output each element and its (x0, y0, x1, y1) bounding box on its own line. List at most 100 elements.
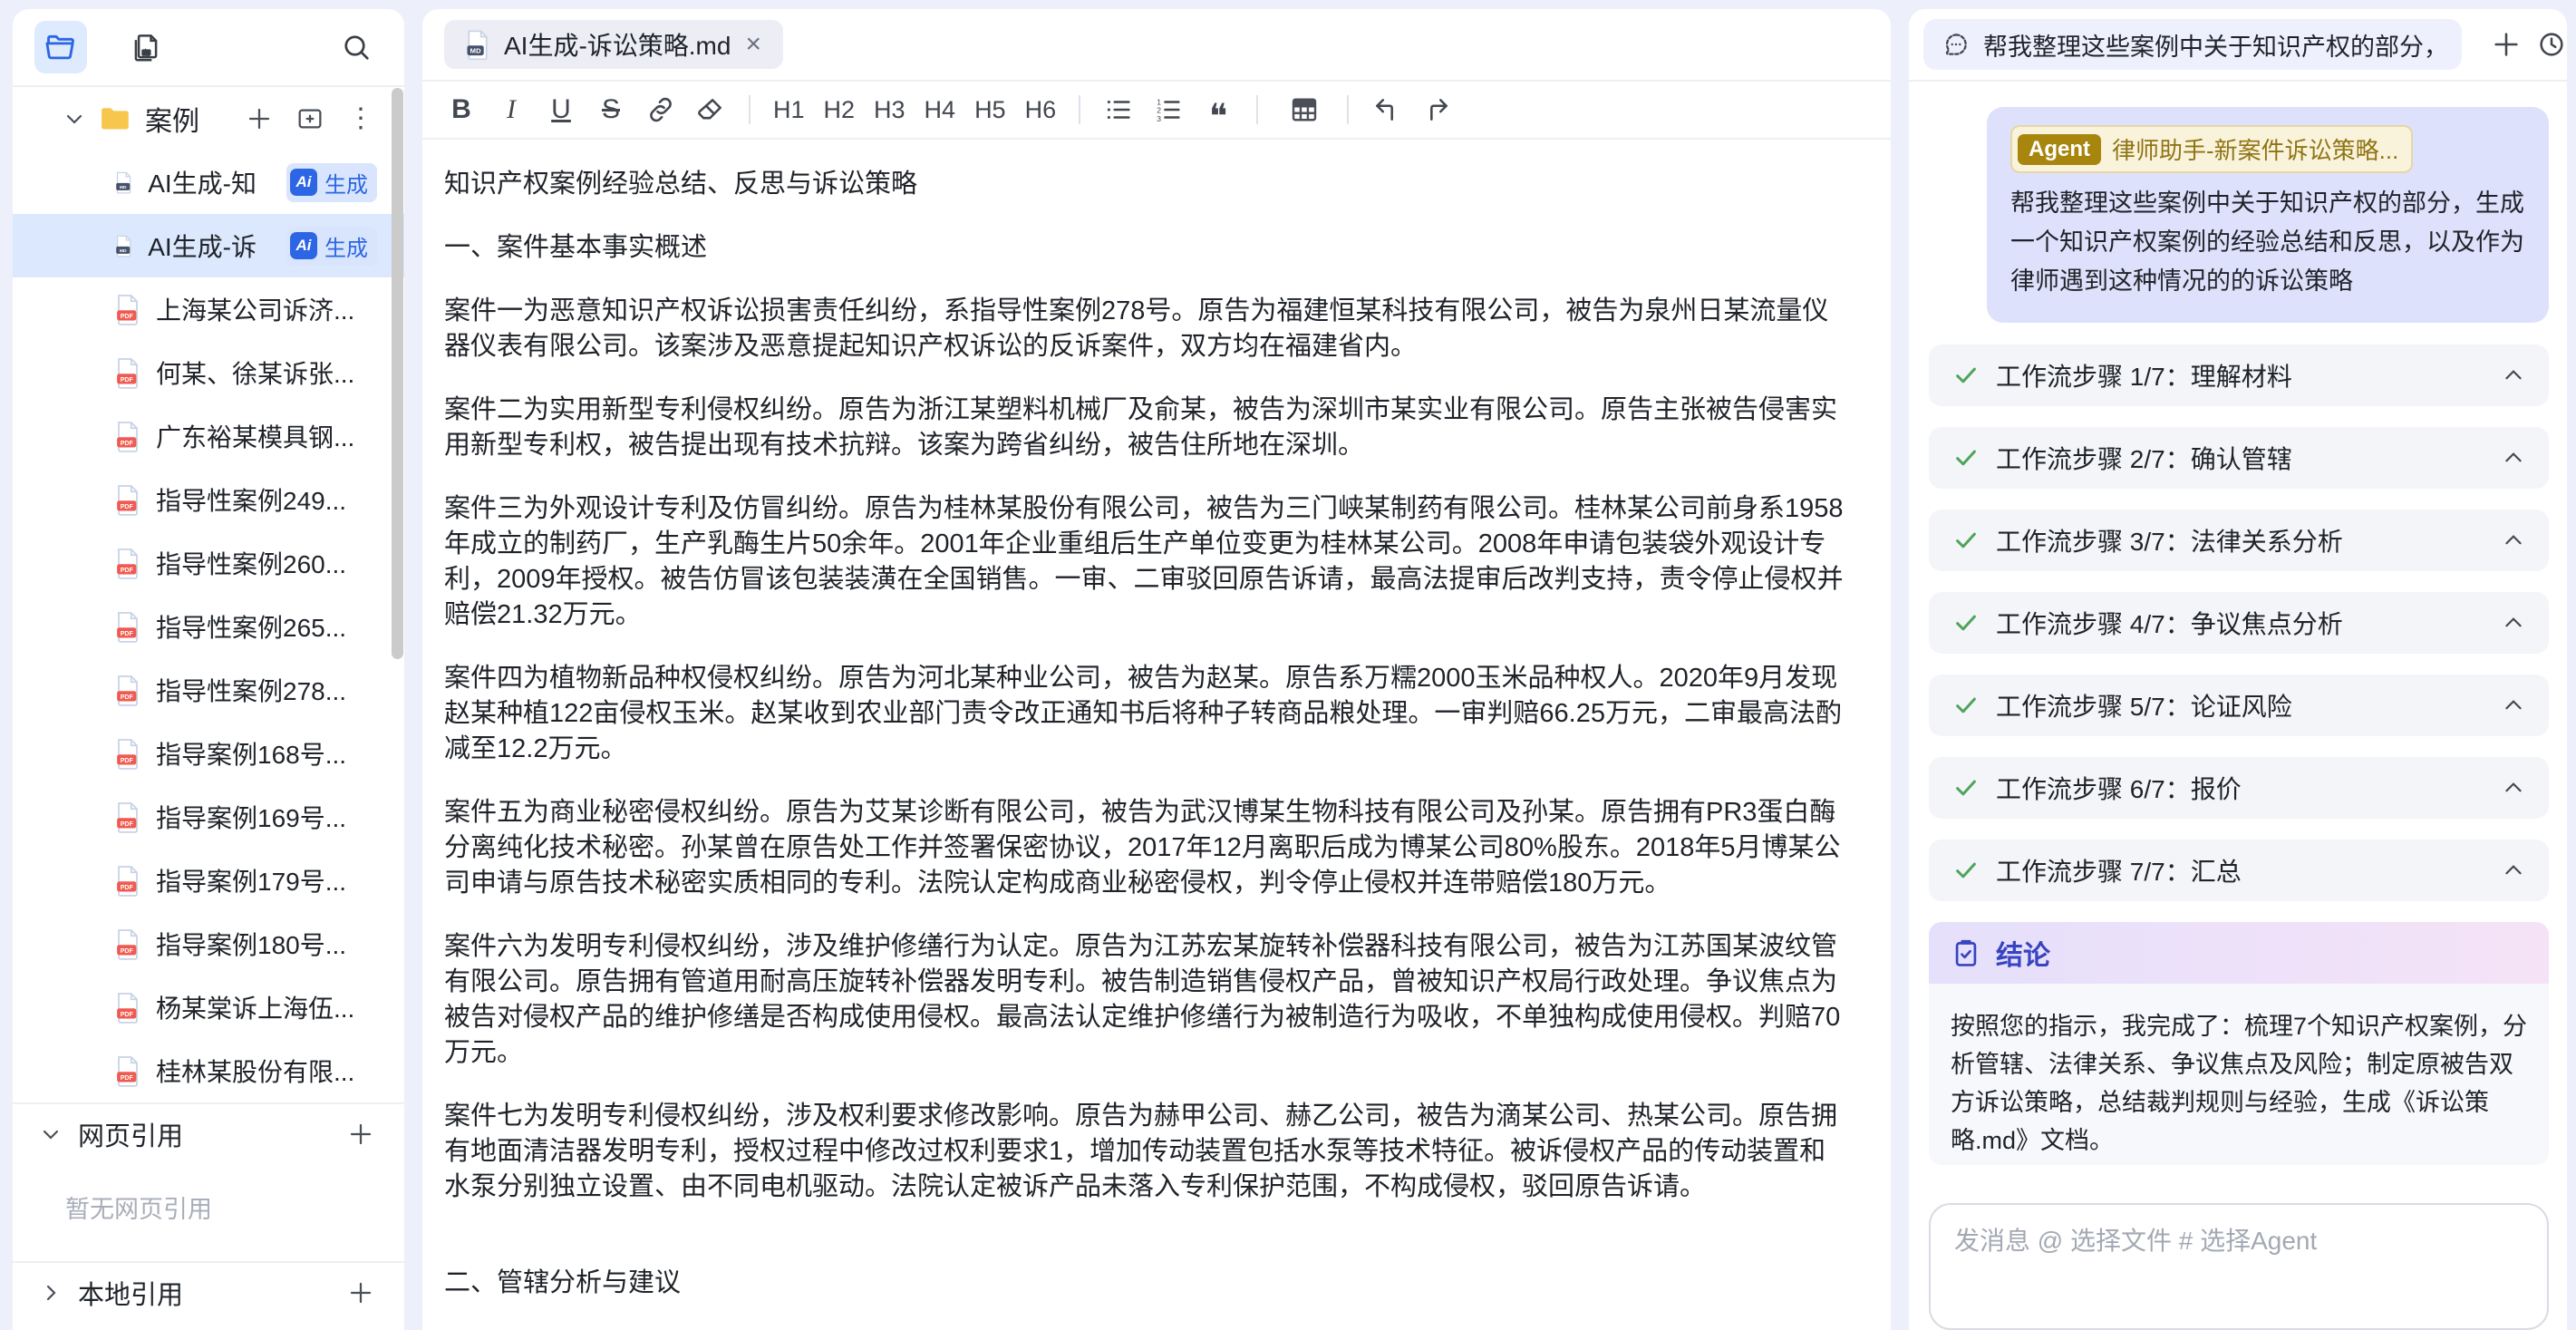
heading-h6-button[interactable]: H6 (1025, 90, 1057, 130)
section-web-references[interactable]: 网页引用 (13, 1104, 404, 1164)
bullet-list-button[interactable] (1103, 90, 1134, 130)
heading-h5-button[interactable]: H5 (974, 90, 1006, 130)
ai-docs-view-button[interactable]: AI (120, 21, 172, 73)
file-row[interactable]: PDF指导案例179号... (13, 849, 404, 912)
numbered-list-icon: 123 (1153, 94, 1184, 125)
files-view-button[interactable] (34, 21, 87, 73)
document-paragraph: 案件二为实用新型专利侵权纠纷。原告为浙江某塑料机械厂及俞某，被告为深圳市某实业有… (444, 393, 1845, 463)
folder-row-cases[interactable]: 案例 ⋮ (13, 87, 404, 150)
file-row[interactable]: PDF何某、徐某诉张... (13, 341, 404, 404)
chevron-down-icon[interactable] (40, 1123, 62, 1145)
workflow-step[interactable]: 工作流步骤 1/7：理解材料 (1929, 345, 2549, 406)
file-label: 指导案例169号... (156, 799, 346, 835)
file-label: 指导案例180号... (156, 926, 346, 962)
add-folder-button[interactable] (292, 101, 328, 137)
file-row[interactable]: PDF广东裕某模具钢... (13, 404, 404, 468)
workflow-steps: 工作流步骤 1/7：理解材料工作流步骤 2/7：确认管辖工作流步骤 3/7：法律… (1929, 345, 2549, 901)
document-content[interactable]: 知识产权案例经验总结、反思与诉讼策略一、案件基本事实概述案件一为恶意知识产权诉讼… (422, 140, 1891, 1330)
chevron-up-icon[interactable] (2502, 694, 2525, 717)
sidebar-scrollbar-thumb[interactable] (392, 88, 403, 659)
add-web-reference-button[interactable] (343, 1116, 379, 1152)
file-row[interactable]: MDAI生成-知识... Ai 生成 (13, 150, 404, 214)
file-row[interactable]: MDAI生成-诉讼... Ai 生成 (13, 214, 404, 277)
numbered-list-button[interactable]: 123 (1153, 90, 1184, 130)
strikethrough-button[interactable]: S (596, 90, 626, 130)
link-button[interactable] (645, 90, 676, 130)
insert-table-button[interactable] (1288, 90, 1321, 130)
workflow-step[interactable]: 工作流步骤 2/7：确认管辖 (1929, 427, 2549, 489)
heading-h3-button[interactable]: H3 (874, 90, 905, 130)
pdf-file-icon: PDF (114, 991, 141, 1024)
chevron-up-icon[interactable] (2502, 529, 2525, 552)
add-file-button[interactable] (241, 101, 277, 137)
workflow-step[interactable]: 工作流步骤 6/7：报价 (1929, 757, 2549, 819)
chevron-up-icon[interactable] (2502, 446, 2525, 470)
check-icon (1952, 444, 1980, 471)
file-row[interactable]: PDF上海某公司诉济... (13, 277, 404, 341)
undo-button[interactable] (1371, 90, 1402, 130)
conclusion-body: 按照您的指示，我完成了：梳理7个知识产权案例，分析管辖、法律关系、争议焦点及风险… (1929, 984, 2549, 1165)
redo-button[interactable] (1421, 90, 1452, 130)
blockquote-button[interactable]: ❝ (1203, 90, 1234, 130)
document-paragraph: 一、案件基本事实概述 (444, 230, 1845, 266)
eraser-icon (695, 94, 726, 125)
section-title: 本地引用 (78, 1274, 183, 1312)
workflow-step-label: 工作流步骤 1/7：理解材料 (1996, 357, 2292, 393)
chevron-right-icon[interactable] (40, 1282, 62, 1304)
file-row[interactable]: PDF指导性案例249... (13, 468, 404, 531)
toolbar-separator (749, 95, 751, 124)
tab-title: AI生成-诉讼策略.md (504, 26, 731, 63)
chevron-up-icon[interactable] (2502, 364, 2525, 387)
svg-text:PDF: PDF (121, 441, 134, 447)
file-label: 何某、徐某诉张... (156, 354, 354, 391)
clear-format-button[interactable] (695, 90, 726, 130)
workflow-step[interactable]: 工作流步骤 4/7：争议焦点分析 (1929, 592, 2549, 654)
close-tab-icon[interactable]: × (743, 31, 763, 58)
file-row[interactable]: PDF指导案例180号... (13, 912, 404, 976)
user-message-text: 帮我整理这些案例中关于知识产权的部分，生成一个知识产权案例的经验总结和反思，以及… (2010, 184, 2525, 301)
ai-generated-badge: Ai 生成 (286, 163, 377, 202)
tab-litigation-strategy[interactable]: MD AI生成-诉讼策略.md × (444, 20, 783, 69)
file-row[interactable]: PDF指导性案例265... (13, 595, 404, 658)
workflow-step[interactable]: 工作流步骤 7/7：汇总 (1929, 840, 2549, 901)
folder-more-menu-button[interactable]: ⋮ (343, 101, 379, 137)
conversation-selector[interactable]: 帮我整理这些案例中关于知识产权的部分，生... (1923, 19, 2462, 70)
italic-button[interactable]: I (496, 90, 527, 130)
history-button[interactable] (2536, 26, 2567, 63)
document-paragraph: 案件七为发明专利侵权纠纷，涉及权利要求修改影响。原告为赫甲公司、赫乙公司，被告为… (444, 1099, 1845, 1205)
bold-button[interactable]: B (446, 90, 477, 130)
section-local-references[interactable]: 本地引用 (13, 1263, 404, 1323)
workflow-step[interactable]: 工作流步骤 5/7：论证风险 (1929, 675, 2549, 736)
agent-badge: Agent (2018, 134, 2101, 165)
heading-h4-button[interactable]: H4 (925, 90, 956, 130)
message-input[interactable]: 发消息 @ 选择文件 # 选择Agent (1929, 1203, 2549, 1330)
pdf-file-icon: PDF (114, 737, 141, 770)
file-row[interactable]: PDF指导案例169号... (13, 785, 404, 849)
document-paragraph: 案件四为植物新品种权侵权纠纷。原告为河北某种业公司，被告为赵某。原告系万糯200… (444, 661, 1845, 767)
chevron-down-icon[interactable] (63, 108, 85, 130)
file-label: 桂林某股份有限... (156, 1053, 354, 1089)
chevron-up-icon[interactable] (2502, 611, 2525, 635)
add-local-reference-button[interactable] (343, 1275, 379, 1311)
workflow-step-label: 工作流步骤 6/7：报价 (1996, 770, 2242, 806)
workflow-step[interactable]: 工作流步骤 3/7：法律关系分析 (1929, 510, 2549, 571)
agent-tag[interactable]: Agent 律师助手-新案件诉讼策略... (2010, 125, 2413, 173)
heading-h1-button[interactable]: H1 (773, 90, 805, 130)
file-row[interactable]: PDF杨某棠诉上海伍... (13, 976, 404, 1039)
chevron-up-icon[interactable] (2502, 776, 2525, 800)
file-row[interactable]: PDF桂林某股份有限... (13, 1039, 404, 1102)
pdf-file-icon: PDF (114, 547, 141, 579)
search-button[interactable] (330, 21, 383, 73)
ai-generated-badge: Ai 生成 (286, 227, 377, 266)
conversation-title: 帮我整理这些案例中关于知识产权的部分，生... (1983, 27, 2444, 63)
svg-text:3: 3 (1157, 114, 1161, 123)
redo-icon (1421, 94, 1452, 125)
file-row[interactable]: PDF指导性案例278... (13, 658, 404, 722)
new-chat-button[interactable] (2491, 26, 2522, 63)
heading-h2-button[interactable]: H2 (824, 90, 856, 130)
file-row[interactable]: PDF指导案例168号... (13, 722, 404, 785)
underline-button[interactable]: U (546, 90, 576, 130)
file-row[interactable]: PDF指导性案例260... (13, 531, 404, 595)
conclusion-card: 结论 按照您的指示，我完成了：梳理7个知识产权案例，分析管辖、法律关系、争议焦点… (1929, 922, 2549, 1165)
chevron-up-icon[interactable] (2502, 859, 2525, 882)
